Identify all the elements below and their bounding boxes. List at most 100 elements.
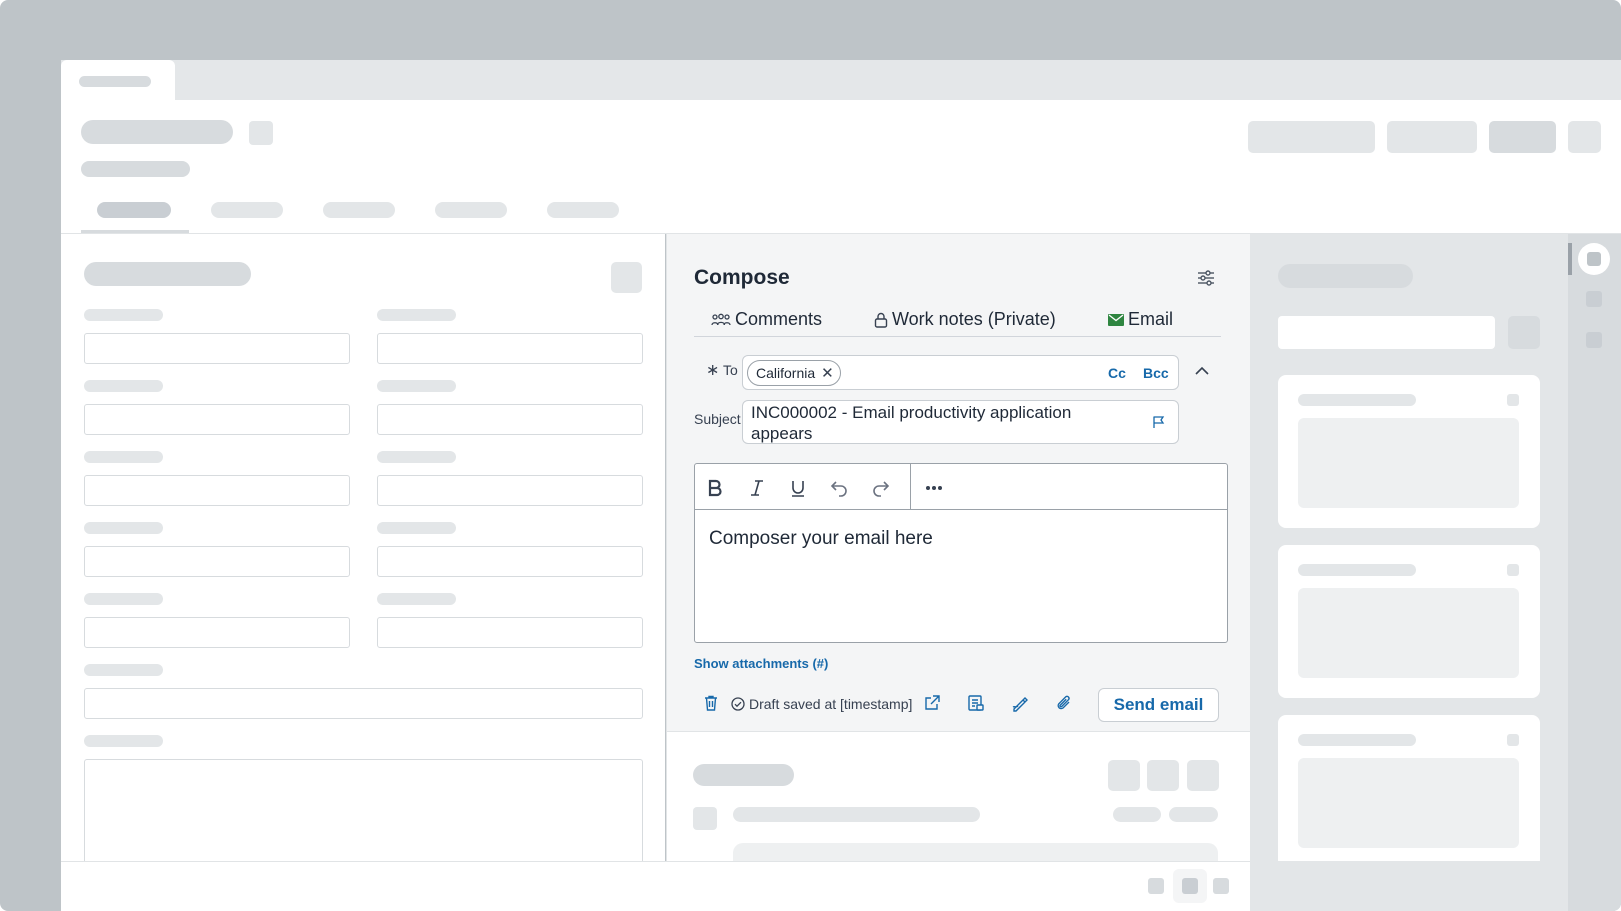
header-button-placeholder[interactable] [1248, 121, 1375, 153]
tab-work-notes[interactable]: Work notes (Private) [874, 309, 1056, 330]
subject-input[interactable]: INC000002 - Email productivity applicati… [751, 402, 1111, 444]
sidebar-card[interactable] [1278, 545, 1540, 698]
template-icon[interactable] [967, 694, 985, 712]
rail-button-active[interactable] [1578, 243, 1610, 275]
rail-icon-placeholder [1587, 252, 1601, 266]
bcc-button[interactable]: Bcc [1143, 365, 1169, 381]
close-icon[interactable]: ✕ [821, 366, 834, 381]
compose-panel: Compose Comments Work notes (Private) Em… [666, 234, 1250, 731]
subject-label: Subject [694, 411, 741, 427]
field-label-placeholder [84, 735, 163, 747]
record-title-placeholder [81, 120, 233, 144]
rail-icon-placeholder[interactable] [1586, 291, 1602, 307]
chip-label: California [756, 365, 816, 381]
recipient-chip[interactable]: California ✕ [747, 360, 841, 386]
settings-sliders-icon[interactable] [1196, 268, 1216, 288]
underline-icon[interactable] [786, 476, 810, 500]
trash-icon[interactable] [702, 694, 720, 712]
send-email-button[interactable]: Send email [1098, 688, 1219, 722]
card-title-placeholder [1298, 564, 1416, 576]
rail-icon-placeholder[interactable] [1586, 332, 1602, 348]
form-field[interactable] [377, 546, 643, 577]
record-tab-placeholder[interactable] [97, 202, 171, 218]
external-link-icon[interactable] [923, 694, 941, 712]
card-title-placeholder [1298, 394, 1416, 406]
header-button-placeholder[interactable] [1387, 121, 1477, 153]
form-field[interactable] [377, 475, 643, 506]
sidebar-card[interactable] [1278, 715, 1540, 868]
record-header [61, 100, 1621, 234]
tab-label: Work notes (Private) [892, 309, 1056, 329]
check-circle-icon [731, 697, 745, 711]
field-label-placeholder [84, 380, 163, 392]
activity-meta-placeholder [1169, 807, 1218, 822]
record-subtitle-placeholder [81, 161, 190, 177]
editor-body[interactable]: Composer your email here [709, 528, 933, 550]
card-title-placeholder [1298, 734, 1416, 746]
envelope-icon [1108, 313, 1124, 326]
header-icon-placeholder[interactable] [249, 121, 273, 145]
form-textarea[interactable] [84, 759, 643, 861]
toolbar-divider [910, 464, 911, 510]
form-field[interactable] [84, 333, 350, 364]
footer-icon-placeholder[interactable] [1148, 878, 1164, 894]
sidebar-card[interactable] [1278, 375, 1540, 528]
form-field[interactable] [84, 475, 350, 506]
sidebar-search-button[interactable] [1508, 316, 1540, 349]
editor-toolbar [695, 464, 1227, 510]
form-field[interactable] [84, 617, 350, 648]
cc-button[interactable]: Cc [1108, 365, 1126, 381]
activity-line-placeholder [733, 807, 980, 822]
form-action-placeholder[interactable] [611, 262, 642, 293]
undo-icon[interactable] [827, 476, 851, 500]
show-attachments-link[interactable]: Show attachments (#) [694, 656, 828, 671]
flag-icon[interactable] [1152, 415, 1166, 429]
sidebar-search-input[interactable] [1278, 316, 1495, 349]
lock-icon [874, 312, 888, 328]
subject-field[interactable]: INC000002 - Email productivity applicati… [742, 400, 1179, 444]
activity-action-placeholder[interactable] [1187, 760, 1219, 791]
required-indicator: ∗ [706, 362, 720, 379]
footer-button-active[interactable] [1173, 869, 1207, 903]
tab-comments[interactable]: Comments [711, 309, 822, 330]
tab-label: Comments [735, 309, 823, 329]
record-tab-placeholder[interactable] [435, 202, 507, 218]
form-field[interactable] [377, 404, 643, 435]
draft-status-text: Draft saved at [timestamp] [749, 696, 913, 712]
more-icon[interactable] [922, 476, 946, 500]
activity-title-placeholder [693, 764, 794, 786]
form-field[interactable] [84, 546, 350, 577]
tab-email[interactable]: Email [1108, 309, 1173, 330]
italic-icon[interactable] [745, 476, 769, 500]
record-tab-placeholder[interactable] [547, 202, 619, 218]
bold-icon[interactable] [703, 476, 727, 500]
form-field[interactable] [377, 333, 643, 364]
paperclip-icon[interactable] [1055, 694, 1073, 712]
compose-tabs: Comments Work notes (Private) Email [694, 299, 1221, 337]
field-label-placeholder [84, 309, 163, 321]
form-field[interactable] [377, 617, 643, 648]
header-button-placeholder[interactable] [1489, 121, 1556, 153]
field-label-placeholder [377, 309, 456, 321]
field-label-placeholder [377, 593, 456, 605]
card-icon-placeholder [1507, 564, 1519, 576]
tab-title-placeholder [79, 76, 151, 87]
footer-icon-placeholder [1182, 878, 1198, 894]
field-label-placeholder [377, 522, 456, 534]
footer-icon-placeholder[interactable] [1213, 878, 1229, 894]
form-field-wide[interactable] [84, 688, 643, 719]
redo-icon[interactable] [869, 476, 893, 500]
form-field[interactable] [84, 404, 350, 435]
draft-status: Draft saved at [timestamp] [731, 696, 912, 712]
to-field[interactable]: California ✕ Cc Bcc [742, 355, 1179, 390]
header-menu-placeholder[interactable] [1568, 121, 1601, 153]
chevron-up-icon[interactable] [1193, 362, 1211, 380]
activity-action-placeholder[interactable] [1108, 760, 1140, 791]
record-tab-placeholder[interactable] [211, 202, 283, 218]
app-frame: Compose Comments Work notes (Private) Em… [0, 0, 1621, 911]
activity-action-placeholder[interactable] [1147, 760, 1179, 791]
record-tab-placeholder[interactable] [323, 202, 395, 218]
activity-stream [666, 731, 1250, 861]
rich-text-editor[interactable]: Composer your email here [694, 463, 1228, 643]
signature-icon[interactable] [1011, 694, 1029, 712]
